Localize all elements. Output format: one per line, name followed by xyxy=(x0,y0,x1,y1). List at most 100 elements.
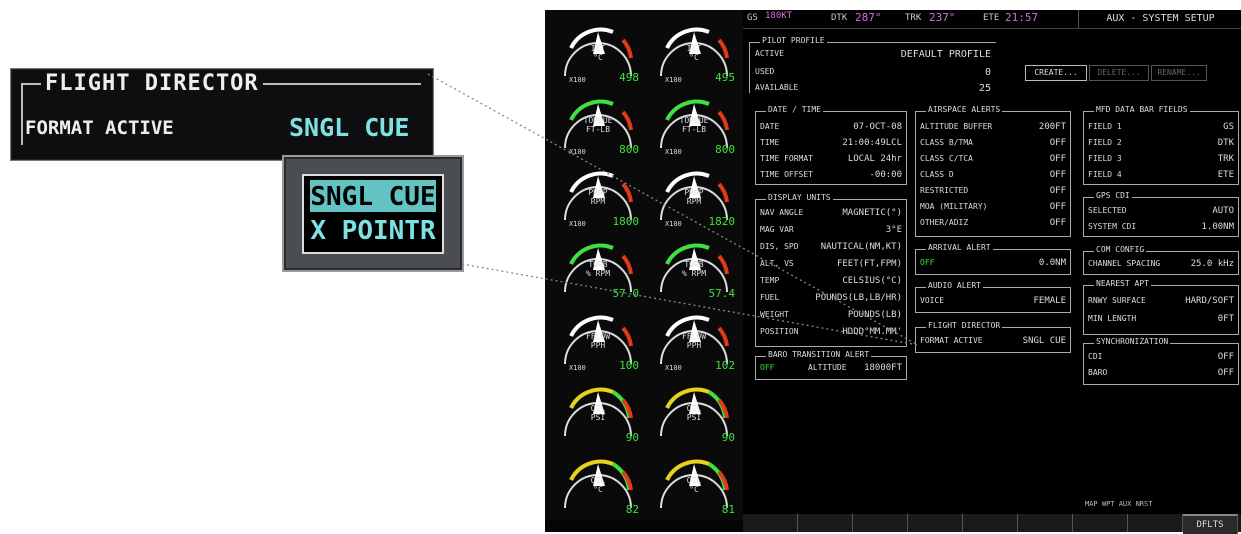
airspace-label: CLASS C/TCA xyxy=(920,154,973,163)
time-offset-value[interactable]: -00:00 xyxy=(869,170,902,180)
airspace-label: CLASS B/TMA xyxy=(920,138,973,147)
display-units-row: TEMP CELSIUS(°C) xyxy=(760,276,902,288)
airspace-value[interactable]: OFF xyxy=(1050,154,1066,164)
gauge-value: 90 xyxy=(625,431,639,444)
mfd-fields-row: FIELD 4 ETE xyxy=(1088,170,1234,182)
nearest-apt-value[interactable]: HARD/SOFT xyxy=(1185,296,1234,306)
callout-format-value[interactable]: SNGL CUE xyxy=(289,113,409,142)
rename-profile-button[interactable]: RENAME... xyxy=(1151,65,1207,81)
softkey-8[interactable] xyxy=(1128,514,1183,532)
gauge-label: OIL PSI xyxy=(590,404,606,422)
gauge-label: TURB % RPM xyxy=(585,260,611,278)
display-units-value[interactable]: HDDD°MM.MM' xyxy=(842,327,902,337)
display-units-row: WEIGHT POUNDS(LB) xyxy=(760,310,902,322)
baro-transition-title: BARO TRANSITION ALERT xyxy=(766,350,872,359)
mfd-data-bar-fields-box: MFD DATA BAR FIELDS FIELD 1 GS FIELD 2 DTK F… xyxy=(1083,105,1239,185)
softkey-1[interactable] xyxy=(743,514,798,532)
gps-cdi-title: GPS CDI xyxy=(1094,191,1132,200)
display-units-value[interactable]: MAGNETIC(°) xyxy=(842,208,902,218)
softkey-5[interactable] xyxy=(963,514,1018,532)
time-format-value[interactable]: LOCAL 24hr xyxy=(848,154,902,164)
ete-label: ETE xyxy=(983,13,1000,23)
gps-cdi-label: SELECTED xyxy=(1088,206,1127,215)
gps-cdi-box: GPS CDI SELECTED AUTO SYSTEM CDI 1.00NM xyxy=(1083,191,1239,237)
nearest-apt-value[interactable]: 0FT xyxy=(1218,314,1234,324)
gauge-scale: X100 xyxy=(569,364,586,372)
airspace-value[interactable]: 200FT xyxy=(1039,122,1066,132)
sync-value[interactable]: OFF xyxy=(1218,368,1234,378)
airspace-value[interactable]: OFF xyxy=(1050,218,1066,228)
mfd-data-bar-fields-title: MFD DATA BAR FIELDS xyxy=(1094,105,1190,114)
mfd-fields-label: FIELD 2 xyxy=(1088,138,1122,147)
gauge-value: 495 xyxy=(715,71,735,84)
airspace-row: CLASS B/TMA OFF xyxy=(920,138,1066,150)
channel-spacing-value[interactable]: 25.0 kHz xyxy=(1191,259,1234,269)
mfd-fields-value[interactable]: GS xyxy=(1223,122,1234,132)
delete-profile-button[interactable]: DELETE... xyxy=(1089,65,1149,81)
display-units-value[interactable]: NAUTICAL(NM,KT) xyxy=(821,242,902,252)
mfd-fields-label: FIELD 4 xyxy=(1088,170,1122,179)
gauge-value: 102 xyxy=(715,359,735,372)
profile-active-value[interactable]: DEFAULT PROFILE xyxy=(901,49,991,60)
date-row: DATE 07-OCT-08 xyxy=(760,122,902,134)
airspace-label: CLASS D xyxy=(920,170,954,179)
sync-value[interactable]: OFF xyxy=(1218,352,1234,362)
arrival-alert-distance[interactable]: 0.0NM xyxy=(1039,258,1066,268)
option-x-pointr[interactable]: X POINTR xyxy=(310,214,436,246)
display-units-label: WEIGHT xyxy=(760,310,789,319)
gauge-label: TORQUE FT-LB xyxy=(679,116,709,134)
audio-voice-value[interactable]: FEMALE xyxy=(1033,296,1066,306)
mfd-fields-value[interactable]: DTK xyxy=(1218,138,1234,148)
airspace-row: OTHER/ADIZ OFF xyxy=(920,218,1066,230)
softkey-4[interactable] xyxy=(908,514,963,532)
gauge-value: 800 xyxy=(715,143,735,156)
softkey-2[interactable] xyxy=(798,514,853,532)
arrival-alert-state[interactable]: OFF xyxy=(920,258,934,267)
mfd-fields-value[interactable]: ETE xyxy=(1218,170,1234,180)
gauge-value: 57.0 xyxy=(612,287,640,300)
arrival-alert-title: ARRIVAL ALERT xyxy=(926,243,993,252)
display-units-label: ALT, VS xyxy=(760,259,794,268)
time-offset-label: TIME OFFSET xyxy=(760,170,813,179)
gauge-scale: X100 xyxy=(665,364,682,372)
display-units-label: FUEL xyxy=(760,293,780,302)
option-sngl-cue[interactable]: SNGL CUE xyxy=(310,180,436,212)
display-units-value[interactable]: POUNDS(LB) xyxy=(848,310,902,320)
airspace-value[interactable]: OFF xyxy=(1050,138,1066,148)
display-units-value[interactable]: 3°E xyxy=(886,225,902,235)
airspace-value[interactable]: OFF xyxy=(1050,202,1066,212)
display-units-value[interactable]: FEET(FT,FPM) xyxy=(837,259,902,269)
gps-cdi-value[interactable]: 1.00NM xyxy=(1201,222,1234,232)
airspace-value[interactable]: OFF xyxy=(1050,170,1066,180)
display-units-label: TEMP xyxy=(760,276,780,285)
create-profile-button[interactable]: CREATE... xyxy=(1025,65,1087,81)
nearest-apt-row: MIN LENGTH 0FT xyxy=(1088,314,1234,326)
flight-director-format-value[interactable]: SNGL CUE xyxy=(1023,336,1066,346)
display-units-row: POSITION HDDD°MM.MM' xyxy=(760,327,902,339)
date-value[interactable]: 07-OCT-08 xyxy=(853,122,902,132)
softkey-6[interactable] xyxy=(1018,514,1073,532)
gauge-scale: X100 xyxy=(569,220,586,228)
engine-gauge: PROP RPM X100 1800 xyxy=(553,162,643,234)
gauge-label: PROP RPM xyxy=(684,188,704,206)
navigation-data-bar: GS 180KT DTK 287° TRK 237° ETE 21:57 AUX… xyxy=(743,10,1241,29)
softkey-7[interactable] xyxy=(1073,514,1128,532)
mfd-fields-label: FIELD 1 xyxy=(1088,122,1122,131)
gps-cdi-value[interactable]: AUTO xyxy=(1212,206,1234,216)
baro-transition-state[interactable]: OFF xyxy=(760,363,774,372)
display-units-value[interactable]: CELSIUS(°C) xyxy=(842,276,902,286)
softkey-9[interactable]: DFLTS xyxy=(1183,514,1238,534)
gauge-scale: X100 xyxy=(665,220,682,228)
mfd-fields-value[interactable]: TRK xyxy=(1218,154,1234,164)
display-units-row: DIS, SPD NAUTICAL(NM,KT) xyxy=(760,242,902,254)
baro-altitude-value[interactable]: 18000FT xyxy=(864,363,902,373)
display-units-value[interactable]: POUNDS(LB,LB/HR) xyxy=(815,293,902,303)
gps-cdi-label: SYSTEM CDI xyxy=(1088,222,1137,231)
softkey-3[interactable] xyxy=(853,514,908,532)
profile-available-label: AVAILABLE xyxy=(755,83,799,92)
gauge-label: FFLOW PPH xyxy=(681,332,707,350)
engine-gauge: FFLOW PPH X100 100 xyxy=(553,306,643,378)
profile-used-label: USED xyxy=(755,67,775,76)
airspace-value[interactable]: OFF xyxy=(1050,186,1066,196)
engine-gauge: OIL PSI 90 xyxy=(553,378,643,450)
